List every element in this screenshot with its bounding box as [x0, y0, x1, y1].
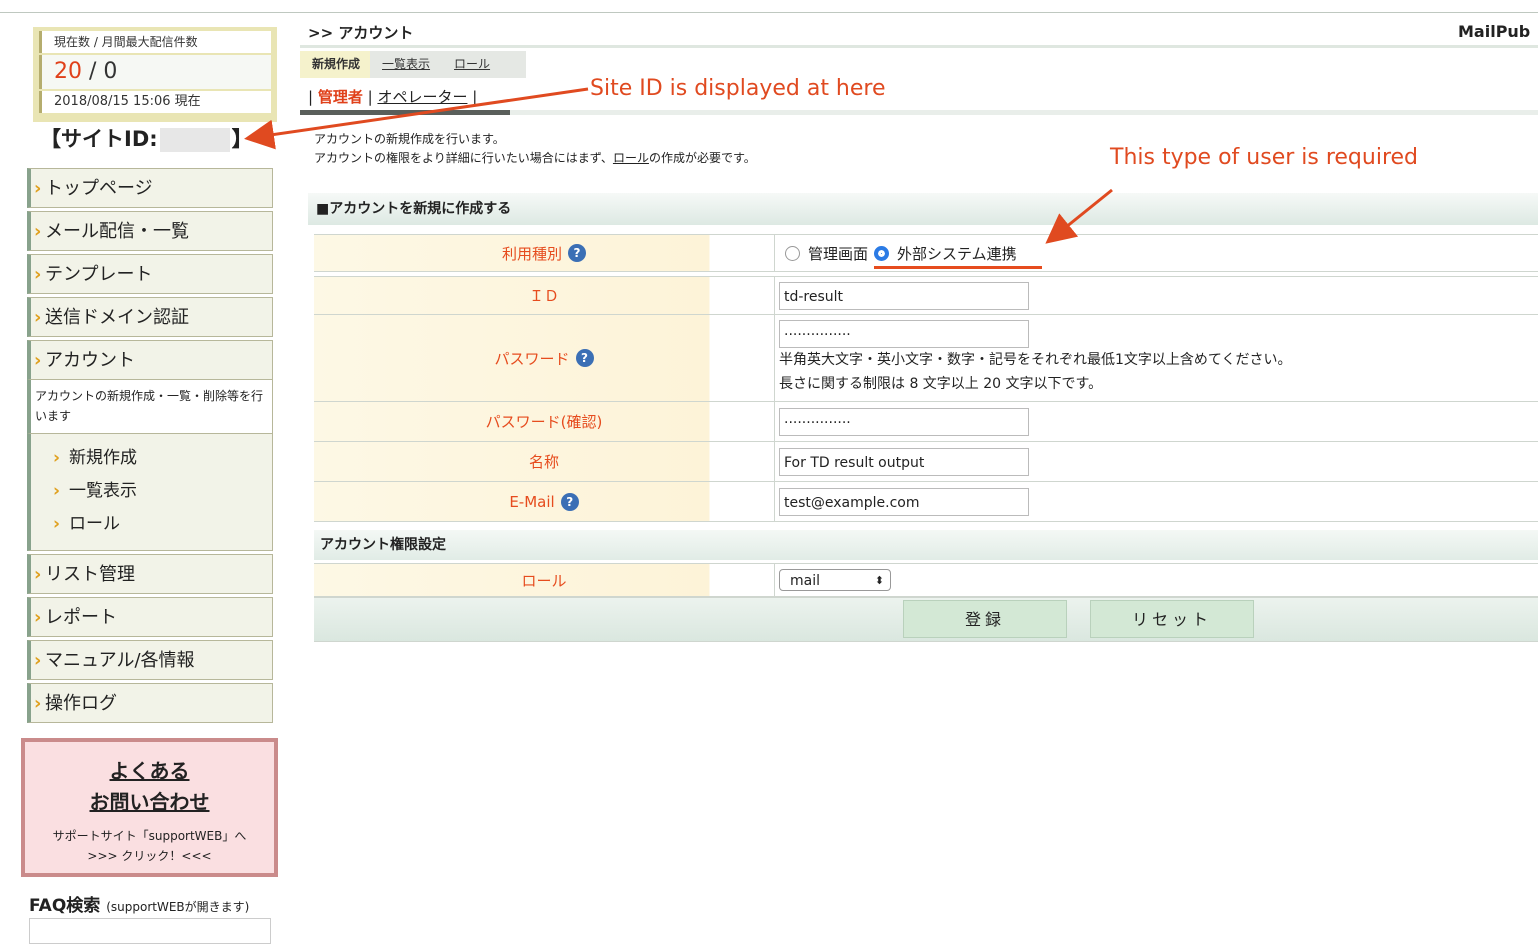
arrow-to-site-id [244, 87, 589, 150]
arrow-to-user-type [1045, 188, 1113, 244]
annotation-arrows [244, 87, 1113, 244]
